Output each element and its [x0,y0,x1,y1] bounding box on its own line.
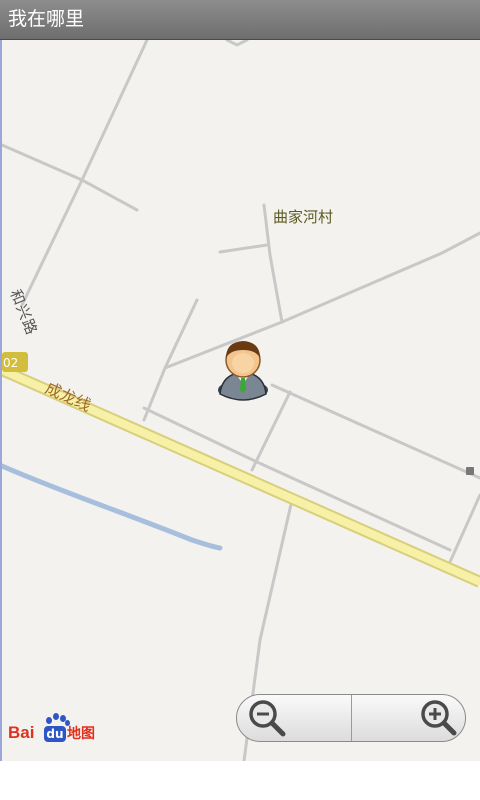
map-canvas[interactable]: 02 曲家河村 成龙线 和兴路 [2,40,480,761]
baidu-map-logo: Bai du 地图 [8,712,100,744]
minor-road [225,40,249,47]
minor-road [142,406,452,552]
logo-brand-text: Bai [8,723,35,742]
person-marker-icon[interactable] [218,341,268,401]
map-view[interactable]: 02 曲家河村 成龙线 和兴路 Bai du 地图 [0,40,480,761]
zoom-out-button[interactable] [237,695,351,741]
zoom-out-magnifier-icon [249,700,286,737]
logo-map-text: 地图 [67,726,95,742]
minor-road [448,493,480,564]
village-label: 曲家河村 [273,208,333,226]
road-shield-label: 02 [3,356,18,370]
road-label-hexing: 和兴路 [6,287,41,338]
title-bar: 我在哪里 [0,0,480,40]
zoom-in-button[interactable] [351,695,465,741]
poi-marker[interactable] [466,467,474,475]
zoom-in-magnifier-icon [421,700,457,736]
minor-road [2,143,139,212]
river [2,463,223,551]
road-label-chenglong: 成龙线 [42,378,94,415]
zoom-control [236,694,466,742]
logo-du-badge: du [44,726,66,742]
app-title: 我在哪里 [8,8,85,30]
minor-road [250,390,292,472]
minor-road [218,243,269,254]
minor-road [163,231,480,370]
minor-road [20,40,149,307]
minor-road [270,383,480,480]
